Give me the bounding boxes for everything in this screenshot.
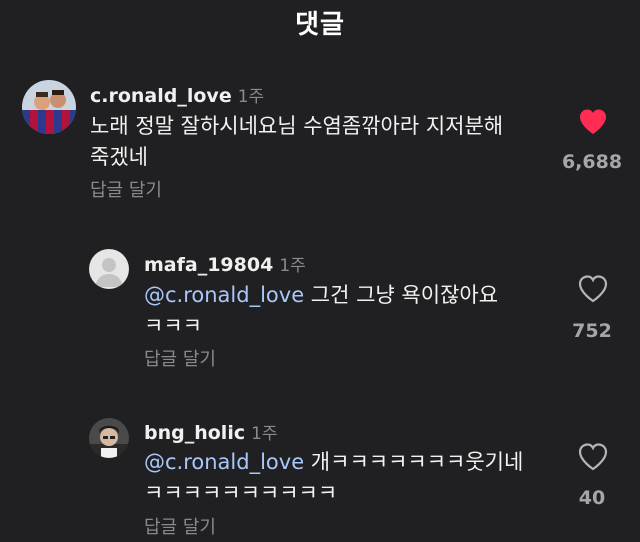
comment-text-line: ㅋㅋㅋ [144,314,202,338]
like-count: 6,688 [561,151,623,173]
comment-header: bng_holic 1주 [144,419,278,444]
comment-text: @c.ronald_love 그건 그냥 욕이잖아요 ㅋㅋㅋ [144,280,498,342]
avatar[interactable] [89,249,129,289]
reply-button[interactable]: 답글 달기 [144,345,216,371]
like-count: 40 [578,487,606,509]
comment-text-line: 노래 정말 잘하시네요님 수염좀깎아라 지저분해 [90,114,504,138]
avatar-image [22,80,76,134]
reply-button[interactable]: 답글 달기 [144,513,216,539]
timestamp: 1주 [279,256,306,276]
timestamp: 1주 [237,87,265,107]
comment-text-rest: 그건 그냥 욕이잖아요 [304,283,499,307]
comment-text-line: ㅋㅋㅋㅋㅋㅋㅋㅋㅋㅋ [144,481,338,505]
comment-text: @c.ronald_love 개ㅋㅋㅋㅋㅋㅋㅋ웃기네 ㅋㅋㅋㅋㅋㅋㅋㅋㅋㅋ [144,447,523,509]
username[interactable]: c.ronald_love [90,85,232,107]
avatar[interactable] [89,418,129,458]
mention-link[interactable]: @c.ronald_love [144,283,304,307]
comments-sheet: 댓글 c.ronald_love 1주 노래 정말 잘하시네요님 수염좀깎아라 지… [0,0,640,542]
heart-outline-icon[interactable] [578,275,608,307]
heart-outline-icon[interactable] [578,443,608,475]
comment-text-line: 죽겠네 [90,145,148,169]
username[interactable]: mafa_19804 [144,254,273,276]
comment-header: c.ronald_love 1주 [90,82,264,107]
timestamp: 1주 [251,424,278,444]
comment-text-rest: 개ㅋㅋㅋㅋㅋㅋㅋ웃기네 [304,450,524,474]
mention-link[interactable]: @c.ronald_love [144,450,304,474]
reply-button[interactable]: 답글 달기 [90,176,162,202]
comment-text-line: @c.ronald_love 개ㅋㅋㅋㅋㅋㅋㅋ웃기네 [144,447,523,478]
avatar-default-icon [89,249,129,289]
avatar-image [89,418,129,458]
like-count: 752 [572,320,612,342]
comment-header: mafa_19804 1주 [144,251,306,276]
comment-text-line: @c.ronald_love 그건 그냥 욕이잖아요 [144,280,498,311]
username[interactable]: bng_holic [144,422,245,444]
heart-filled-icon[interactable] [578,108,608,140]
comment-text: 노래 정말 잘하시네요님 수염좀깎아라 지저분해 죽겠네 [90,111,503,173]
avatar[interactable] [22,80,76,134]
page-title: 댓글 [295,10,345,40]
